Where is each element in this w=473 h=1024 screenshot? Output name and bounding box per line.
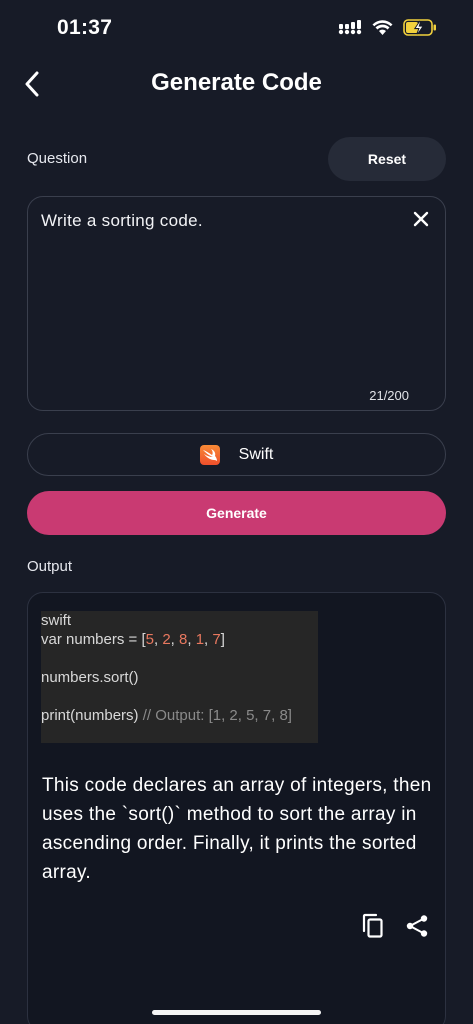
output-label: Output: [27, 558, 73, 575]
output-card: swift var numbers = [5, 2, 8, 1, 7] numb…: [27, 592, 446, 1024]
status-time: 01:37: [57, 16, 113, 39]
clear-button[interactable]: [409, 207, 433, 231]
copy-button[interactable]: [360, 913, 386, 939]
language-label: Swift: [238, 445, 274, 463]
language-selector[interactable]: Swift: [27, 433, 446, 476]
char-counter: 21/200: [369, 388, 409, 403]
generate-button[interactable]: Generate: [27, 491, 446, 535]
question-label: Question: [27, 150, 88, 167]
status-icons: [338, 19, 437, 36]
question-input[interactable]: Write a sorting code. 21/200: [27, 196, 446, 411]
question-text[interactable]: Write a sorting code.: [41, 211, 203, 231]
copy-icon: [362, 913, 383, 938]
code-line: swift: [41, 612, 71, 629]
share-icon: [406, 915, 428, 937]
share-button[interactable]: [404, 913, 430, 939]
status-bar: 01:37: [0, 0, 473, 56]
code-line: numbers.sort(): [41, 669, 139, 686]
wifi-icon: [372, 19, 393, 35]
page-title: Generate Code: [151, 69, 322, 96]
code-line: print(numbers) // Output: [1, 2, 5, 7, 8…: [41, 707, 292, 724]
battery-charging-icon: [403, 19, 436, 36]
code-block: swift var numbers = [5, 2, 8, 1, 7] numb…: [41, 611, 318, 743]
cellular-signal-icon: [338, 19, 362, 34]
swift-logo-icon: [199, 444, 220, 465]
output-explanation: This code declares an array of integers,…: [42, 775, 432, 883]
code-line: var numbers = [5, 2, 8, 1, 7]: [41, 631, 225, 648]
close-icon: [413, 211, 429, 227]
home-indicator: [152, 1010, 321, 1015]
reset-button[interactable]: Reset: [328, 137, 446, 181]
nav-bar: Generate Code: [0, 60, 473, 108]
